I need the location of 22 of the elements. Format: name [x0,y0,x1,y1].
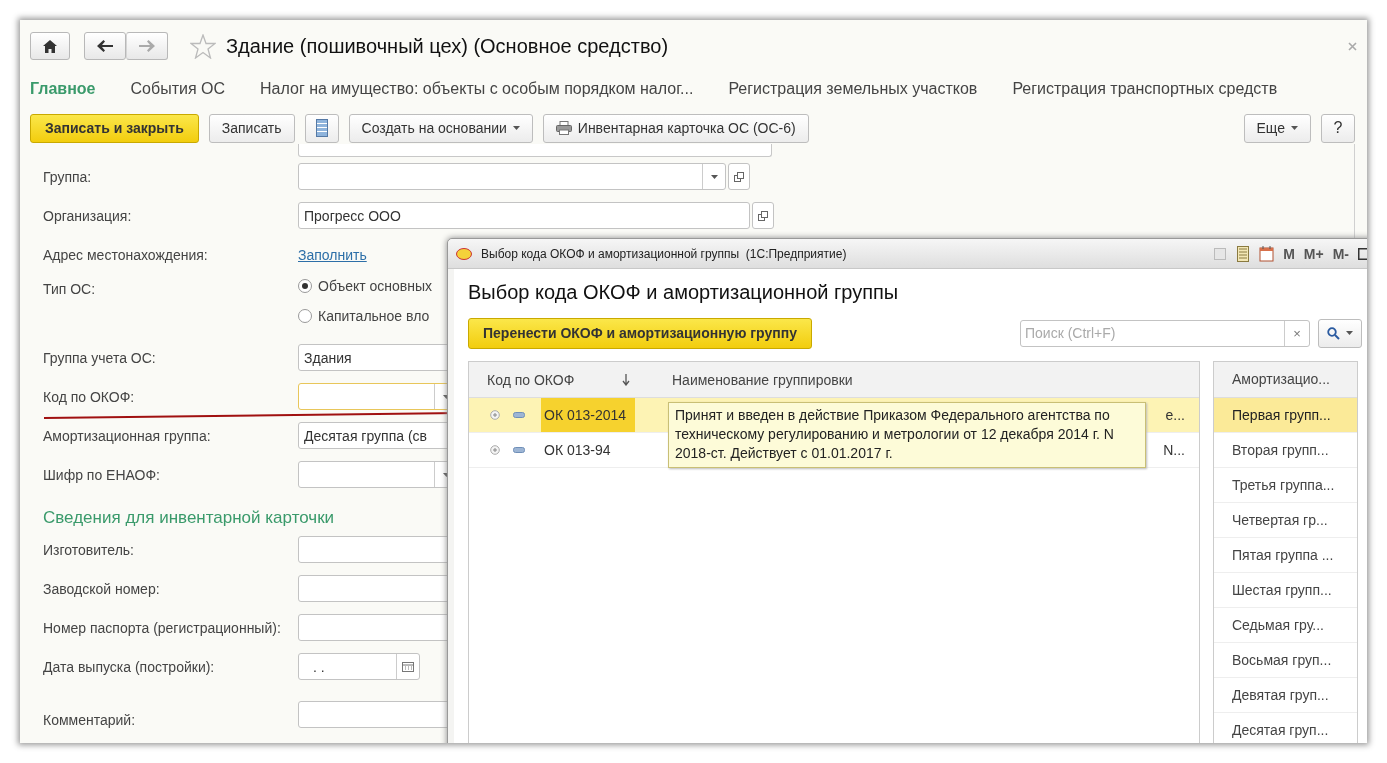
table-cell: е... [1165,407,1185,423]
field-label: Адрес местонахождения: [43,246,209,263]
field-label: Дата выпуска (постройки): [43,658,216,675]
field-label: Амортизационная группа: [43,427,212,444]
field-label: Группа: [43,168,93,185]
field-label: Номер паспорта (регистрационный): [43,619,282,636]
tooltip: Принят и введен в действие Приказом Федерального агентства по техническому регулированию и метрологии от 12 декабря 2014 г. N 2018-ст. Действует с 01.01.2017 г. [668,402,1146,468]
section-heading: Сведения для инвентарной карточки [43,507,335,529]
field-label: Организация: [43,207,133,224]
dialog-heading: Выбор кода ОКОФ и амортизационной группы [468,280,900,305]
field-label: Тип ОС: [43,280,97,297]
field-label: Группа учета ОС: [43,349,157,366]
table-cell: ОК 013-2014 [541,398,635,432]
field-label: Комментарий: [43,712,137,728]
table-cell-text: ОК 013-94 [543,441,612,460]
table-cell: N... [1163,442,1185,458]
field-label: Заводской номер: [43,580,161,597]
field-label: Изготовитель: [43,541,135,558]
field-label: Код по ОКОФ: [43,388,136,405]
window-title: Здание (пошивочный цех) (Основное средство) [226,34,669,58]
dialog-title: Выбор кода ОКОФ и амортизационной группы (1С:Предприятие) [481,246,847,261]
field-label: Шифр по ЕНАОФ: [43,466,161,483]
